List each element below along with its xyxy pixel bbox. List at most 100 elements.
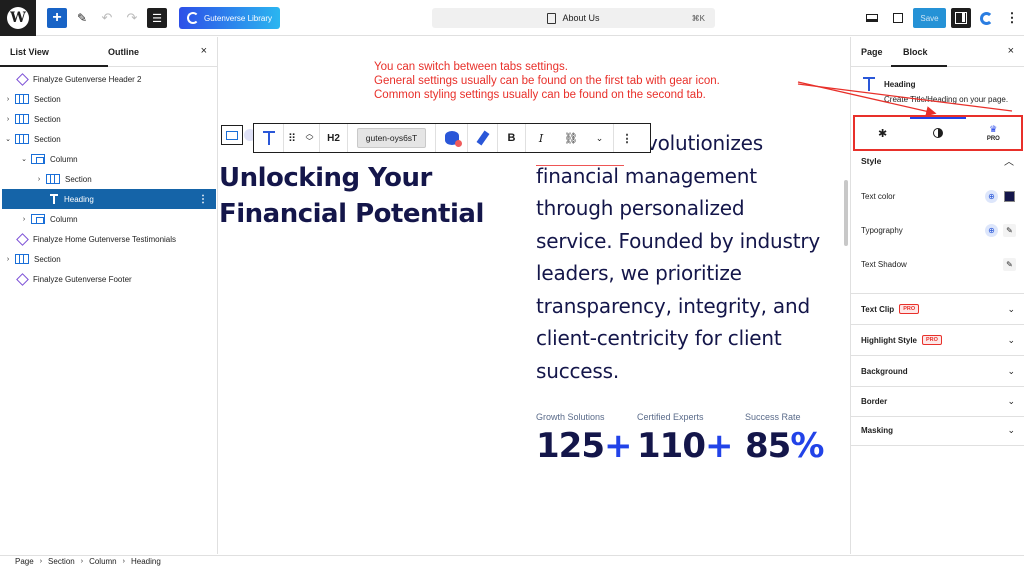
globe-icon[interactable]: ⊕ xyxy=(985,190,998,203)
list-item[interactable]: › Section xyxy=(0,169,216,189)
stat-suffix: + xyxy=(603,426,632,466)
chevron-right-icon[interactable]: › xyxy=(4,256,12,263)
chevron-right-icon[interactable]: › xyxy=(35,176,43,183)
list-item-label: Finalyze Gutenverse Header 2 xyxy=(33,74,142,84)
select-parent-button[interactable] xyxy=(221,125,243,145)
tab-list-view[interactable]: List View xyxy=(10,47,49,57)
paragraph-line: service. Founded by industry xyxy=(536,228,820,253)
close-icon[interactable]: × xyxy=(1008,45,1014,57)
dynamic-data-button[interactable] xyxy=(436,124,468,152)
breadcrumb-item[interactable]: Section xyxy=(48,557,75,566)
list-item[interactable]: › Section xyxy=(0,249,216,269)
pro-tab-label: PRO xyxy=(986,136,1000,142)
block-type-button[interactable] xyxy=(254,124,284,152)
list-item[interactable]: Finalyze Home Gutenverse Testimonials xyxy=(0,229,216,249)
gutenverse-plugin-button[interactable] xyxy=(976,8,996,28)
pencil-icon[interactable]: ✎ xyxy=(1003,258,1016,271)
undo-button[interactable]: ↶ xyxy=(99,8,115,28)
stat-value: 110+ xyxy=(637,426,733,466)
text-color-swatch[interactable] xyxy=(1004,191,1015,202)
accordion-highlight-style[interactable]: Highlight Style PRO ⌄ xyxy=(851,326,1024,354)
link-icon: ⛓ xyxy=(564,132,578,145)
gutenverse-library-button[interactable]: Gutenverse Library xyxy=(179,7,280,29)
chevron-right-icon[interactable]: › xyxy=(4,116,12,123)
block-options-button[interactable]: ⋮ xyxy=(614,124,640,152)
database-icon xyxy=(444,131,462,147)
accordion-masking[interactable]: Masking ⌄ xyxy=(851,416,1024,444)
active-tab-indicator xyxy=(891,65,947,67)
divider xyxy=(851,324,1024,325)
breadcrumb-item[interactable]: Page xyxy=(15,557,34,566)
move-block-buttons[interactable]: ︿ ﹀ xyxy=(300,124,320,152)
list-item-label: Section xyxy=(34,134,61,144)
wordpress-logo-button[interactable]: W xyxy=(0,0,36,36)
list-item[interactable]: › Column xyxy=(0,209,216,229)
close-icon[interactable]: × xyxy=(201,45,207,57)
list-item-label: Section xyxy=(34,254,61,264)
drag-handle[interactable]: ⠿ xyxy=(284,124,300,152)
contrast-icon xyxy=(932,128,943,138)
column-icon xyxy=(31,154,45,164)
list-item[interactable]: ⌄ Section xyxy=(0,129,216,149)
stat-success-rate: Success Rate 85% xyxy=(745,412,824,466)
heading-level-button[interactable]: H2 xyxy=(320,124,348,152)
save-button[interactable]: Save xyxy=(913,8,946,28)
chevron-down-icon[interactable]: ﹀ xyxy=(306,138,314,146)
redo-button[interactable]: ↷ xyxy=(124,8,140,28)
list-item-selected[interactable]: Heading ⋮ xyxy=(2,189,216,209)
style-section-title[interactable]: Style xyxy=(861,156,881,166)
view-page-button[interactable] xyxy=(888,8,908,28)
link-button[interactable]: ⛓ xyxy=(556,124,586,152)
pencil-icon[interactable]: ✎ xyxy=(1003,224,1016,237)
tab-block[interactable]: Block xyxy=(903,47,928,57)
preview-button[interactable] xyxy=(862,8,882,28)
heading-line: Financial Potential xyxy=(219,199,484,229)
tab-general-settings[interactable]: ✱ xyxy=(855,117,910,149)
chevron-down-icon: ⌄ xyxy=(1007,395,1015,406)
bold-button[interactable]: B xyxy=(498,124,526,152)
accordion-background[interactable]: Background ⌄ xyxy=(851,357,1024,385)
css-class-value: guten-oys6sT xyxy=(356,128,427,148)
chevron-down-icon[interactable]: ⌄ xyxy=(4,135,12,143)
template-part-icon xyxy=(16,272,29,286)
chevron-right-icon[interactable]: › xyxy=(20,216,28,223)
list-item[interactable]: › Section xyxy=(0,109,216,129)
chevron-right-icon[interactable]: › xyxy=(4,96,12,103)
list-item[interactable]: ⌄ Column xyxy=(0,149,216,169)
list-item[interactable]: Finalyze Gutenverse Header 2 xyxy=(0,69,216,89)
more-options-icon[interactable]: ⋮ xyxy=(198,194,208,205)
list-item[interactable]: › Section xyxy=(0,89,216,109)
accordion-border[interactable]: Border ⌄ xyxy=(851,387,1024,415)
pro-badge: PRO xyxy=(922,335,942,345)
breadcrumb-item[interactable]: Column xyxy=(89,557,117,566)
column-icon xyxy=(31,214,45,224)
list-item[interactable]: Finalyze Gutenverse Footer xyxy=(0,269,216,289)
edit-tools-button[interactable]: ✎ xyxy=(74,8,90,28)
chevron-down-icon[interactable]: ⌄ xyxy=(20,155,28,163)
settings-panel-toggle[interactable] xyxy=(951,8,971,28)
settings-tabs: Page Block × xyxy=(851,37,1024,67)
add-block-button[interactable]: + xyxy=(47,8,67,28)
tab-page[interactable]: Page xyxy=(861,47,883,57)
paragraph-block[interactable]: volutionizes financial management throug… xyxy=(536,127,842,387)
css-class-field[interactable]: guten-oys6sT xyxy=(348,124,436,152)
more-formatting-button[interactable]: ⌄ xyxy=(586,124,614,152)
tab-style-settings[interactable] xyxy=(910,117,966,149)
list-item-label: Finalyze Home Gutenverse Testimonials xyxy=(33,234,177,244)
list-item-label: Heading xyxy=(64,194,94,204)
tab-outline[interactable]: Outline xyxy=(108,47,139,57)
chevron-up-icon[interactable]: ︿ xyxy=(1004,153,1014,168)
globe-icon[interactable]: ⊕ xyxy=(985,224,998,237)
document-title: About Us xyxy=(562,13,600,23)
copy-style-button[interactable] xyxy=(468,124,498,152)
accordion-text-clip[interactable]: Text Clip PRO ⌄ xyxy=(851,295,1024,323)
document-overview-button[interactable]: ☰ xyxy=(147,8,167,28)
canvas-scrollbar[interactable] xyxy=(844,180,848,246)
crown-icon: ♛ xyxy=(989,124,998,134)
list-item-label: Finalyze Gutenverse Footer xyxy=(33,274,132,284)
document-title-bar[interactable]: About Us ⌘K xyxy=(432,8,715,28)
italic-button[interactable]: I xyxy=(526,124,556,152)
options-button[interactable]: ⋮ xyxy=(1002,8,1022,28)
tab-pro-settings[interactable]: ♛ PRO xyxy=(966,117,1021,149)
heading-block[interactable]: Unlocking Your Financial Potential xyxy=(219,160,519,232)
